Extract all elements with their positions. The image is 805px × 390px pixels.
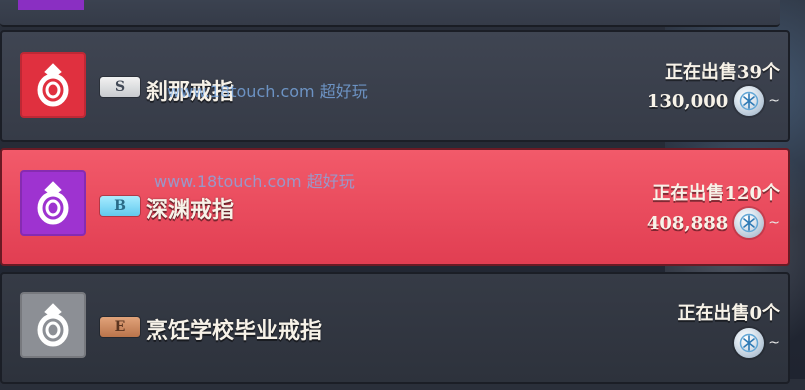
crystal-icon <box>740 91 759 111</box>
currency-icon <box>734 328 765 358</box>
price-suffix: ~ <box>768 93 780 109</box>
crystal-icon <box>740 213 759 233</box>
watermark: www.18touch.com 超好玩 <box>154 168 355 192</box>
ring-icon <box>37 63 69 107</box>
crystal-icon <box>740 333 759 353</box>
currency-icon <box>734 208 765 238</box>
price-line: 130,000 ~ <box>647 86 780 116</box>
on-sale-count: 正在出售0个 <box>677 303 780 324</box>
watermark-slogan: 超好玩 <box>306 172 355 191</box>
price-value: 408,888 <box>646 212 729 234</box>
on-sale-count: 正在出售120个 <box>652 183 780 204</box>
listing-row-partial[interactable] <box>0 0 780 27</box>
price-value: 130,000 <box>646 90 729 112</box>
price-line: 408,888 ~ <box>647 208 780 238</box>
item-name: 深渊戒指 <box>146 197 235 223</box>
watermark-site: www.18touch.com <box>167 82 315 101</box>
watermark-site: www.18touch.com <box>154 172 302 191</box>
rank-badge: E <box>100 317 140 337</box>
on-sale-count: 正在出售39个 <box>664 62 780 83</box>
item-icon <box>20 292 86 358</box>
rank-badge: B <box>100 196 140 216</box>
item-name: 烹饪学校毕业戒指 <box>146 318 323 344</box>
rank-badge: S <box>100 77 140 97</box>
watermark: www.18touch.com 超好玩 <box>167 78 368 102</box>
listing-row-selected[interactable]: B 深渊戒指 www.18touch.com 超好玩 正在出售120个 408,… <box>0 148 790 266</box>
currency-icon <box>734 86 765 116</box>
watermark-slogan: 超好玩 <box>319 82 368 101</box>
price-suffix: ~ <box>768 335 780 351</box>
price-line: ~ <box>728 328 780 358</box>
item-icon <box>20 52 86 118</box>
price-suffix: ~ <box>768 215 780 231</box>
item-icon <box>20 170 86 236</box>
listing-row[interactable]: E 烹饪学校毕业戒指 正在出售0个 ~ <box>0 272 790 384</box>
listing-row[interactable]: S 刹那戒指 www.18touch.com 超好玩 正在出售39个 130,0… <box>0 30 790 142</box>
ring-icon <box>37 181 69 225</box>
ring-icon <box>37 303 69 347</box>
item-icon-partial <box>18 0 84 10</box>
